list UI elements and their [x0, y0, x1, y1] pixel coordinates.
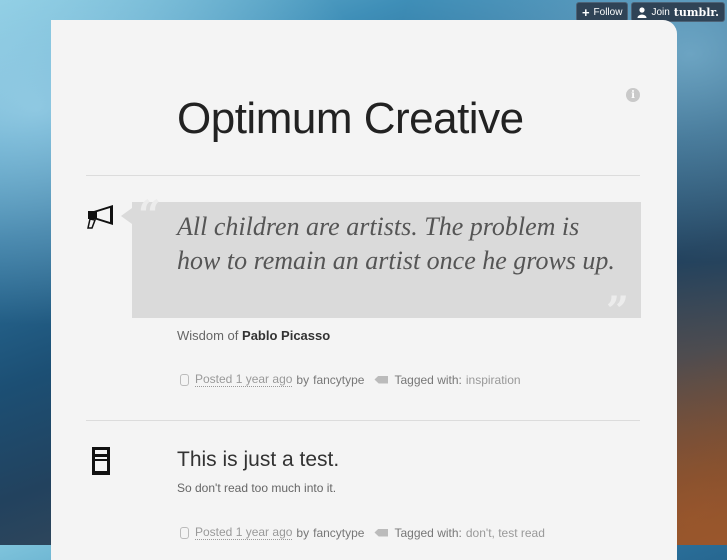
text-post-icon	[92, 447, 110, 475]
watch-icon	[180, 373, 189, 386]
post-body: So don't read too much into it.	[177, 481, 337, 495]
tag-link[interactable]: don't, test read	[466, 526, 545, 540]
posted-label: Posted	[195, 372, 233, 386]
follow-label: Follow	[593, 6, 623, 18]
blog-panel: i Optimum Creative “ ” All children are …	[51, 20, 677, 560]
header-divider	[86, 175, 640, 176]
tag-icon	[374, 528, 389, 537]
post-title[interactable]: This is just a test.	[177, 448, 339, 472]
tag-link[interactable]: inspiration	[466, 373, 521, 387]
posted-label: Posted	[195, 525, 233, 539]
source-prefix: Wisdom of	[177, 328, 239, 343]
tagged-label: Tagged with:	[394, 372, 462, 387]
open-quote-mark: “	[138, 192, 162, 239]
by-label: by	[296, 525, 310, 540]
user-icon	[637, 6, 647, 18]
tagged-label: Tagged with:	[394, 525, 462, 540]
close-quote-mark: ”	[606, 288, 630, 335]
quote-text: All children are artists. The problem is…	[177, 212, 615, 275]
watch-icon	[180, 526, 189, 539]
tumblr-controls: + Follow Join tumblr.	[575, 2, 725, 22]
posted-time: 1 year ago	[235, 372, 293, 386]
info-icon[interactable]: i	[626, 88, 640, 102]
posted-link[interactable]: Posted 1 year ago	[195, 372, 293, 387]
posted-time: 1 year ago	[235, 525, 293, 539]
join-label: Join	[651, 6, 670, 18]
plus-icon: +	[581, 4, 590, 20]
post-divider	[86, 420, 640, 421]
text-post-meta: Posted 1 year ago by fancytype Tagged wi…	[180, 525, 545, 540]
quote-source: Wisdom of Pablo Picasso	[177, 328, 330, 343]
tumblr-logo: tumblr.	[673, 5, 719, 19]
quote-pointer	[121, 208, 132, 224]
source-name: Pablo Picasso	[242, 328, 331, 343]
tag-icon	[374, 375, 389, 384]
follow-button[interactable]: + Follow	[575, 2, 629, 22]
join-tumblr-button[interactable]: Join tumblr.	[631, 2, 725, 22]
quote-post-meta: Posted 1 year ago by fancytype Tagged wi…	[180, 372, 521, 387]
author-link[interactable]: fancytype	[313, 526, 364, 540]
author-link[interactable]: fancytype	[313, 373, 364, 387]
megaphone-icon	[87, 205, 113, 229]
blog-title[interactable]: Optimum Creative	[177, 94, 524, 144]
by-label: by	[296, 372, 310, 387]
posted-link[interactable]: Posted 1 year ago	[195, 525, 293, 540]
